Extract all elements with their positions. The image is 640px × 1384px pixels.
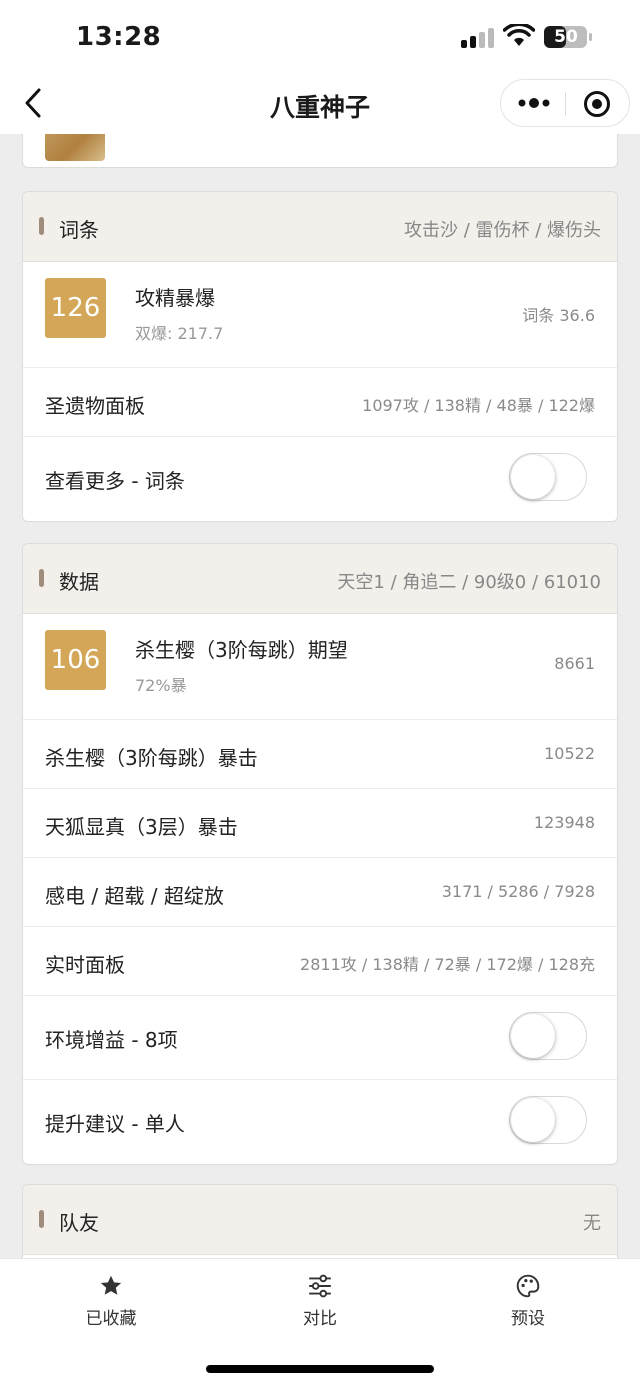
buffs-toggle[interactable] xyxy=(509,1012,587,1060)
tab-label: 已收藏 xyxy=(85,1309,137,1329)
status-bar: 13:28 50 xyxy=(0,0,640,74)
row-label: 天狐显真（3层）暴击 xyxy=(45,815,238,839)
sliders-icon xyxy=(309,1274,331,1298)
row-value: 123948 xyxy=(533,813,595,832)
section-subtitle: 无 xyxy=(583,1213,601,1234)
tab-compare[interactable]: 对比 xyxy=(260,1273,380,1329)
score-badge: 106 xyxy=(45,630,106,690)
row-value: 1097攻 / 138精 / 48暴 / 122爆 xyxy=(362,396,595,415)
palette-icon xyxy=(516,1274,540,1298)
section-marker xyxy=(39,569,44,587)
section-title: 词条 xyxy=(59,218,99,242)
tab-presets[interactable]: 预设 xyxy=(468,1273,588,1329)
section-header: 队友 无 xyxy=(23,1185,617,1255)
character-card xyxy=(22,134,618,168)
toggle-knob xyxy=(511,455,555,499)
list-item: 感电 / 超载 / 超绽放 3171 / 5286 / 7928 xyxy=(23,858,617,927)
row-label: 杀生樱（3阶每跳）暴击 xyxy=(45,746,258,770)
section-header: 数据 天空1 / 角追二 / 90级0 / 61010 xyxy=(23,544,617,614)
star-icon xyxy=(100,1275,122,1295)
featured-value: 8661 xyxy=(554,654,595,673)
tab-favorites[interactable]: 已收藏 xyxy=(51,1273,171,1329)
toggle-knob xyxy=(511,1014,555,1058)
wifi-icon xyxy=(503,24,535,46)
close-target-icon[interactable] xyxy=(583,90,611,118)
section-header: 词条 攻击沙 / 雷伤杯 / 爆伤头 xyxy=(23,192,617,262)
scroll-content[interactable]: 词条 攻击沙 / 雷伤杯 / 爆伤头 126 攻精暴爆 双爆: 217.7 词条… xyxy=(0,134,640,1258)
row-label: 提升建议 - 单人 xyxy=(45,1112,185,1136)
status-time: 13:28 xyxy=(76,22,162,52)
tab-label: 预设 xyxy=(511,1309,545,1329)
section-marker xyxy=(39,1210,44,1228)
row-value: 3171 / 5286 / 7928 xyxy=(441,882,595,901)
tab-label: 对比 xyxy=(303,1309,337,1329)
row-label: 环境增益 - 8项 xyxy=(45,1028,178,1052)
section-subtitle: 攻击沙 / 雷伤杯 / 爆伤头 xyxy=(403,220,601,241)
list-item: 圣遗物面板 1097攻 / 138精 / 48暴 / 122爆 xyxy=(23,368,617,437)
suggestions-toggle[interactable] xyxy=(509,1096,587,1144)
app-screen: 13:28 50 八重神子 词条 攻击沙 / 雷伤杯 / 爆伤头 126 攻精暴… xyxy=(0,0,640,1384)
affix-card: 词条 攻击沙 / 雷伤杯 / 爆伤头 126 攻精暴爆 双爆: 217.7 词条… xyxy=(22,191,618,522)
featured-subtitle: 72%暴 xyxy=(135,676,187,695)
toggle-row-more-affixes: 查看更多 - 词条 xyxy=(23,437,617,521)
row-label: 感电 / 超载 / 超绽放 xyxy=(45,884,224,908)
section-subtitle: 天空1 / 角追二 / 90级0 / 61010 xyxy=(337,572,601,593)
section-marker xyxy=(39,217,44,235)
bottom-tab-bar: 已收藏 对比 预设 xyxy=(0,1258,640,1384)
featured-row: 106 杀生樱（3阶每跳）期望 72%暴 8661 xyxy=(23,614,617,720)
score-badge: 126 xyxy=(45,278,106,338)
data-card: 数据 天空1 / 角追二 / 90级0 / 61010 106 杀生樱（3阶每跳… xyxy=(22,543,618,1165)
list-item: 天狐显真（3层）暴击 123948 xyxy=(23,789,617,858)
row-value: 2811攻 / 138精 / 72暴 / 172爆 / 128充 xyxy=(300,955,595,974)
row-label: 实时面板 xyxy=(45,953,125,977)
cellular-signal-icon xyxy=(461,28,495,48)
nav-bar: 八重神子 xyxy=(0,74,640,134)
featured-value: 词条 36.6 xyxy=(522,306,595,325)
toggle-row-buffs: 环境增益 - 8项 xyxy=(23,996,617,1080)
list-item: 实时面板 2811攻 / 138精 / 72暴 / 172爆 / 128充 xyxy=(23,927,617,996)
section-title: 队友 xyxy=(59,1211,99,1235)
featured-title: 杀生樱（3阶每跳）期望 xyxy=(135,638,348,662)
team-card: 队友 无 xyxy=(22,1184,618,1258)
toggle-row-suggestions: 提升建议 - 单人 xyxy=(23,1080,617,1164)
character-thumbnail[interactable] xyxy=(45,134,105,161)
battery-level: 50 xyxy=(554,27,578,47)
capsule-divider xyxy=(565,92,566,116)
row-value: 10522 xyxy=(544,744,595,763)
more-icon[interactable] xyxy=(517,95,551,111)
home-indicator xyxy=(206,1365,434,1373)
featured-subtitle: 双爆: 217.7 xyxy=(135,324,224,343)
list-item: 杀生樱（3阶每跳）暴击 10522 xyxy=(23,720,617,789)
row-label: 圣遗物面板 xyxy=(45,394,145,418)
featured-row: 126 攻精暴爆 双爆: 217.7 词条 36.6 xyxy=(23,262,617,368)
more-affixes-toggle[interactable] xyxy=(509,453,587,501)
featured-title: 攻精暴爆 xyxy=(135,286,215,310)
section-title: 数据 xyxy=(59,570,99,594)
toggle-knob xyxy=(511,1098,555,1142)
mini-program-capsule xyxy=(500,79,630,127)
row-label: 查看更多 - 词条 xyxy=(45,469,185,493)
